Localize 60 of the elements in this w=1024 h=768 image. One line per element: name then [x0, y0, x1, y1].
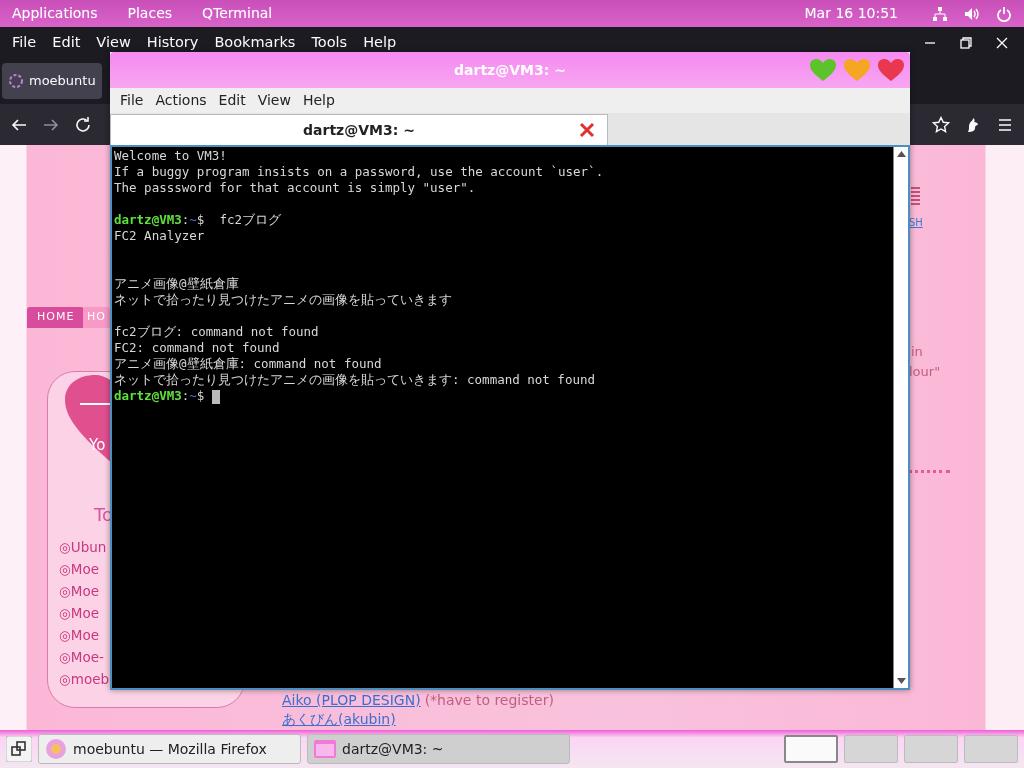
power-icon[interactable]	[996, 5, 1012, 22]
terminal-command: fc2ブログ	[218, 212, 281, 227]
menu-item[interactable]: History	[138, 31, 207, 54]
bookmark-star-icon[interactable]	[932, 115, 950, 134]
menu-item[interactable]: Help	[296, 90, 341, 111]
menu-item[interactable]: File	[114, 90, 150, 111]
site-icon	[8, 73, 24, 89]
terminal-line: The passsword for that account is simply "user".	[114, 180, 476, 195]
menu-item[interactable]: Bookmarks	[206, 31, 304, 54]
sidebar-link[interactable]: ◎Moe	[59, 580, 99, 602]
reload-icon[interactable]	[74, 115, 92, 134]
panel-menu[interactable]: Applications	[12, 3, 98, 24]
sidebar-link[interactable]: ◎moeb	[59, 668, 110, 690]
menu-item[interactable]: Tools	[303, 31, 356, 54]
sidebar-link[interactable]: ◎Moe-	[59, 646, 104, 668]
menu-item[interactable]: Actions	[149, 90, 213, 111]
panel-menu[interactable]: Places	[127, 3, 173, 24]
scrollbar[interactable]	[893, 147, 908, 688]
terminal-line: ネットで拾ったり見つけたアニメの画像を貼っていきます	[114, 292, 452, 307]
taskbar-button[interactable]: dartz@VM3: ~	[307, 734, 570, 764]
flag-icon	[911, 187, 920, 205]
show-desktop-icon[interactable]	[6, 736, 32, 762]
menu-item[interactable]: View	[88, 31, 139, 54]
terminal-icon	[314, 740, 336, 758]
terminal-prompt: dartz@VM3:~$	[114, 388, 205, 403]
panel-menu[interactable]: QTerminal	[202, 3, 273, 24]
scroll-down-icon[interactable]	[897, 678, 906, 684]
browser-icon	[45, 738, 67, 760]
browser-tab[interactable]: moebuntu	[2, 63, 102, 99]
terminal-line: ネットで拾ったり見つけたアニメの画像を貼っていきます: command not found	[114, 372, 595, 387]
terminal-line: アニメ画像@壁紙倉庫: command not found	[114, 356, 382, 371]
menu-item[interactable]: Edit	[44, 31, 89, 54]
terminal-line: If a buggy program insists on a password, use the account `user`.	[114, 164, 604, 179]
menu-item[interactable]: Help	[355, 31, 405, 54]
nav-tab[interactable]: HOME	[27, 307, 85, 328]
network-icon[interactable]	[932, 5, 948, 22]
workspace-button[interactable]	[784, 735, 838, 763]
scroll-up-icon[interactable]	[897, 151, 906, 157]
window-title: dartz@VM3: ~	[454, 60, 566, 80]
sidebar-link[interactable]: ◎Moe	[59, 624, 99, 646]
menu-item[interactable]: File	[4, 31, 45, 54]
sidebar-link[interactable]: ◎Moe	[59, 558, 99, 580]
terminal-line: Welcome to VM3!	[114, 148, 227, 163]
terminal-line: fc2ブログ: command not found	[114, 324, 319, 339]
terminal-tab[interactable]: dartz@VM3: ~	[110, 114, 608, 145]
page-text: in	[911, 343, 923, 361]
sidebar-link[interactable]: ◎Moe	[59, 602, 99, 624]
heart-text: Yo	[89, 437, 106, 454]
terminal-prompt: dartz@VM3:~$	[114, 212, 205, 227]
clock[interactable]: Mar 16 10:51	[804, 3, 898, 24]
menu-item[interactable]: View	[251, 90, 297, 111]
taskbar-button[interactable]: moebuntu — Mozilla Firefox	[38, 734, 301, 764]
sidebar-link[interactable]: ◎Ubun	[59, 536, 107, 558]
terminal-line: FC2 Analyzer	[114, 228, 205, 243]
restore-icon[interactable]	[960, 36, 972, 49]
terminal-line: アニメ画像@壁紙倉庫	[114, 276, 239, 291]
menu-item[interactable]: Edit	[212, 90, 252, 111]
terminal-line: FC2: command not found	[114, 340, 280, 355]
link-note: (*have to register)	[424, 692, 554, 709]
page-text: lour"	[909, 363, 941, 381]
